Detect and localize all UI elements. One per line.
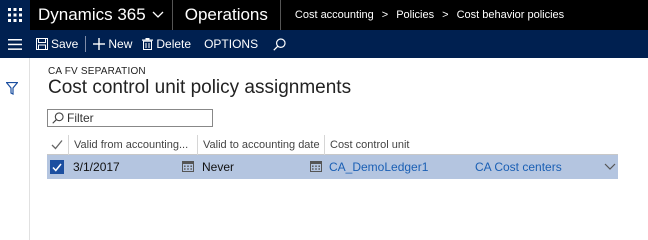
page-title: Cost control unit policy assignments <box>48 77 352 98</box>
save-icon <box>36 38 48 50</box>
grid-header: Valid from accounting... Valid to accoun… <box>47 135 618 155</box>
select-all-checkbox[interactable] <box>51 139 63 153</box>
page-caption: CA FV SEPARATION <box>48 66 146 77</box>
filter-placeholder: Filter <box>67 111 94 125</box>
search-button[interactable] <box>263 30 294 58</box>
delete-label: Delete <box>156 37 192 51</box>
top-navigation-bar: Dynamics 365 Operations Cost accounting … <box>0 0 648 30</box>
breadcrumb-item-cost-accounting[interactable]: Cost accounting <box>295 9 374 21</box>
new-button[interactable]: New <box>88 30 137 58</box>
breadcrumb-separator: > <box>381 9 389 21</box>
column-header-valid-from[interactable]: Valid from accounting... <box>68 135 197 155</box>
options-label: OPTIONS <box>204 37 259 51</box>
divider <box>85 36 87 52</box>
policy-assignments-grid: Valid from accounting... Valid to accoun… <box>47 135 618 179</box>
breadcrumb-item-policies[interactable]: Policies <box>396 9 434 21</box>
filter-icon <box>5 81 19 95</box>
app-name-menu[interactable]: Dynamics 365 <box>30 0 172 30</box>
action-pane: Save New Delete OPTIONS <box>0 30 648 58</box>
breadcrumb-item-cost-behavior-policies[interactable]: Cost behavior policies <box>457 9 565 21</box>
valid-to-cell[interactable]: Never <box>197 155 234 179</box>
chevron-down-icon <box>152 11 164 19</box>
checkmark-icon <box>52 163 62 172</box>
navigation-menu-button[interactable] <box>0 30 30 58</box>
search-icon <box>52 112 64 124</box>
delete-icon <box>142 38 154 50</box>
save-button[interactable]: Save <box>30 30 83 58</box>
search-icon <box>273 37 286 51</box>
row-checkbox[interactable] <box>50 160 64 174</box>
breadcrumb: Cost accounting > Policies > Cost behavi… <box>281 0 564 30</box>
app-name: Dynamics 365 <box>38 5 146 24</box>
hamburger-icon <box>8 38 22 50</box>
show-filters-button[interactable] <box>5 81 19 100</box>
new-label: New <box>108 37 133 51</box>
filter-input[interactable]: Filter <box>47 109 213 127</box>
breadcrumb-separator: > <box>442 9 449 21</box>
save-label: Save <box>51 37 79 51</box>
cost-control-unit-description: CA Cost centers <box>475 160 562 174</box>
chevron-down-icon[interactable] <box>599 155 616 179</box>
left-rail <box>0 58 30 240</box>
calendar-icon[interactable] <box>182 160 194 175</box>
calendar-icon[interactable] <box>310 160 322 175</box>
delete-button[interactable]: Delete <box>137 30 196 58</box>
app-launcher-button[interactable] <box>0 0 30 30</box>
table-row[interactable]: 3/1/2017 Never CA_DemoLedger1 CA Cost ce… <box>47 155 618 179</box>
plus-icon <box>93 38 106 50</box>
checkmark-icon <box>51 140 63 150</box>
cost-control-unit-link[interactable]: CA_DemoLedger1 <box>324 155 428 179</box>
options-tab[interactable]: OPTIONS <box>196 30 263 58</box>
valid-from-cell[interactable]: 3/1/2017 <box>68 155 120 179</box>
column-header-cost-control-unit[interactable]: Cost control unit <box>324 135 618 155</box>
waffle-icon <box>8 8 22 22</box>
column-header-valid-to[interactable]: Valid to accounting date <box>197 135 324 155</box>
module-name[interactable]: Operations <box>173 0 280 30</box>
